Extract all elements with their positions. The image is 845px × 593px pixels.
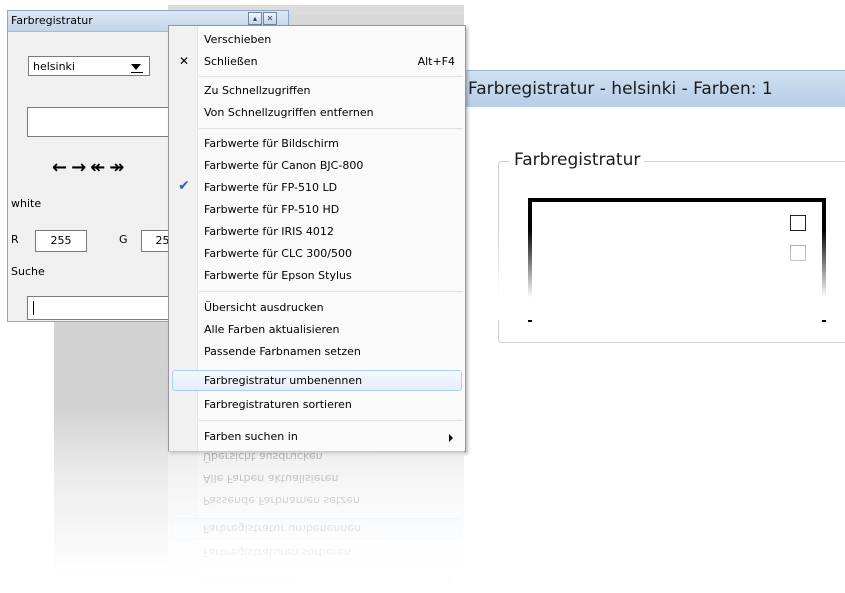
search-label: Suche — [11, 265, 45, 278]
menu-item-farbwerte-canon[interactable]: Farbwerte für Canon BJC-800 — [169, 155, 465, 177]
menu-item-farben-suchen-in[interactable]: Farben suchen in — [169, 426, 465, 448]
menu-item-label: Passende Farbnamen setzen — [204, 345, 361, 358]
menu-item-verschieben[interactable]: Verschieben — [169, 29, 465, 51]
menu-separator — [199, 128, 463, 129]
g-label: G — [119, 233, 128, 246]
menu-item-farbwerte-fp510ld[interactable]: ✔ Farbwerte für FP-510 LD — [169, 177, 465, 199]
color-preview — [27, 107, 169, 137]
double-arrow-right-icon[interactable]: ↠ — [109, 157, 128, 178]
search-input[interactable] — [27, 296, 177, 320]
restore-icon[interactable]: ▴ — [248, 12, 262, 25]
close-icon: ✕ — [178, 54, 190, 68]
chevron-down-icon[interactable] — [131, 64, 141, 70]
combo-arrow-underline — [131, 72, 143, 73]
chevron-right-icon — [449, 434, 453, 442]
color-name-label: white — [11, 197, 42, 210]
arrow-left-icon[interactable]: ← — [52, 157, 71, 178]
menu-item-label: Alle Farben aktualisieren — [204, 323, 340, 336]
close-window-icon[interactable]: ✕ — [263, 12, 277, 25]
registry-combo[interactable]: helsinki — [28, 56, 150, 76]
r-value-field[interactable]: 255 — [35, 230, 87, 252]
menu-item-farbwerte-clc[interactable]: Farbwerte für CLC 300/500 — [169, 243, 465, 265]
menu-item-label: Farbwerte für Canon BJC-800 — [204, 159, 364, 172]
menu-separator — [199, 420, 463, 421]
menu-item-label: Farbwerte für Bildschirm — [204, 137, 339, 150]
menu-item-label: Farbwerte für IRIS 4012 — [204, 225, 334, 238]
menu-item-label: Farbwerte für Epson Stylus — [204, 269, 352, 282]
double-arrow-left-icon[interactable]: ↞ — [90, 157, 109, 178]
menu-item-schliessen[interactable]: ✕ Schließen Alt+F4 — [169, 51, 465, 73]
r-label: R — [11, 233, 19, 246]
checkmark-icon: ✔ — [178, 178, 190, 194]
menu-item-zu-schnellzugriffen[interactable]: Zu Schnellzugriffen — [169, 80, 465, 102]
menu-item-label: Von Schnellzugriffen entfernen — [204, 106, 374, 119]
menu-item-farbregistratur-umbenennen[interactable]: Farbregistratur umbenennen — [169, 370, 465, 392]
reflection-fade — [168, 451, 464, 593]
menu-item-farbregistraturen-sortieren[interactable]: Farbregistraturen sortieren — [169, 394, 465, 416]
menu-item-farbwerte-iris[interactable]: Farbwerte für IRIS 4012 — [169, 221, 465, 243]
group-box-label: Farbregistratur — [510, 150, 645, 170]
menu-separator — [199, 76, 463, 77]
menu-item-label: Verschieben — [204, 33, 272, 46]
menu-item-label: Schließen — [204, 55, 258, 68]
menu-item-uebersicht-ausdrucken[interactable]: Übersicht ausdrucken — [169, 297, 465, 319]
small-window-title: Farbregistratur — [11, 14, 93, 27]
background-window-title: Farbregistratur - helsinki - Farben: 1 — [466, 70, 845, 107]
menu-separator — [199, 291, 463, 292]
menu-item-shortcut: Alt+F4 — [417, 55, 455, 68]
menu-item-farbwerte-bildschirm[interactable]: Farbwerte für Bildschirm — [169, 133, 465, 155]
context-menu: Verschieben ✕ Schließen Alt+F4 Zu Schnel… — [168, 25, 466, 452]
menu-item-farbwerte-fp510hd[interactable]: Farbwerte für FP-510 HD — [169, 199, 465, 221]
menu-item-label: Zu Schnellzugriffen — [204, 84, 311, 97]
arrow-right-icon[interactable]: → — [71, 157, 90, 178]
menu-item-passende-farbnamen[interactable]: Passende Farbnamen setzen — [169, 341, 465, 363]
menu-item-label: Farbregistraturen sortieren — [204, 398, 352, 411]
menu-item-alle-farben-aktualisieren[interactable]: Alle Farben aktualisieren — [169, 319, 465, 341]
background-fade — [466, 230, 845, 320]
menu-item-von-schnellzugriffen-entfernen[interactable]: Von Schnellzugriffen entfernen — [169, 102, 465, 124]
menu-item-label: Farbregistratur umbenennen — [204, 374, 363, 387]
menu-item-label: Übersicht ausdrucken — [204, 301, 324, 314]
menu-item-label: Farben suchen in — [204, 430, 298, 443]
text-caret — [33, 301, 34, 315]
menu-item-label: Farbwerte für CLC 300/500 — [204, 247, 352, 260]
nav-buttons: ←→↞↠ — [52, 157, 128, 178]
combo-value: helsinki — [33, 60, 75, 73]
menu-reflection: Farben suchen in Farbregistraturen sorti… — [168, 451, 464, 593]
menu-item-label: Farbwerte für FP-510 HD — [204, 203, 340, 216]
menu-item-farbwerte-epson[interactable]: Farbwerte für Epson Stylus — [169, 265, 465, 287]
list-checkbox[interactable] — [790, 215, 806, 231]
menu-item-label: Farbwerte für FP-510 LD — [204, 181, 338, 194]
